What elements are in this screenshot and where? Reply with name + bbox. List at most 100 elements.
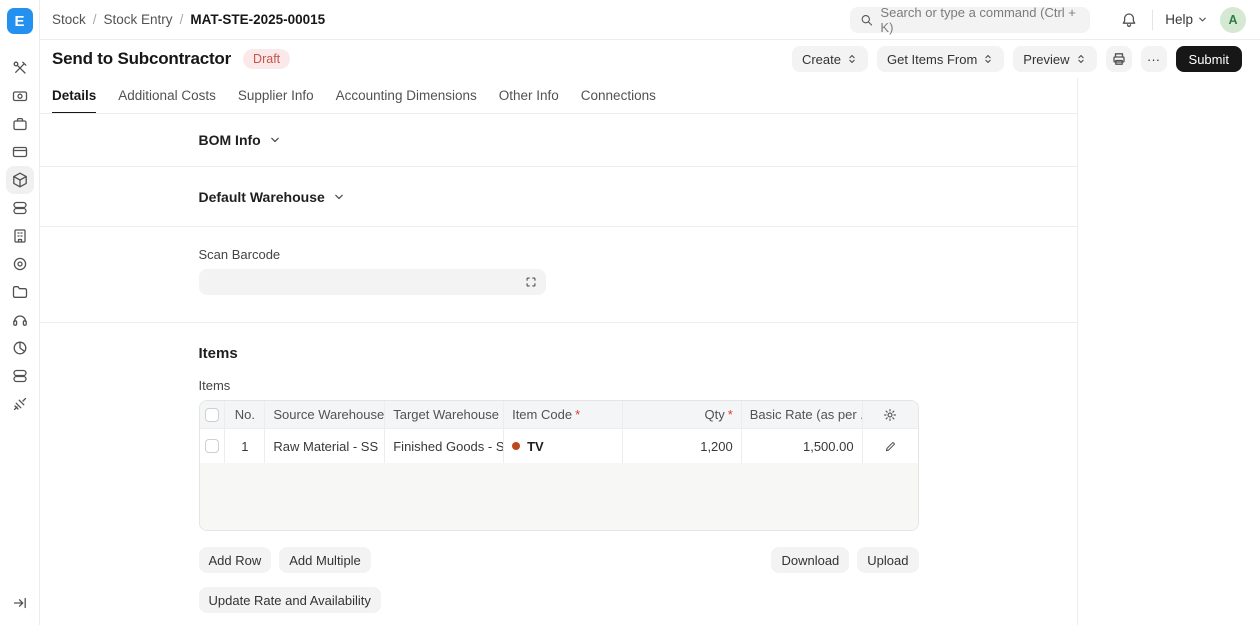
col-header-source-warehouse: Source Warehouse	[265, 401, 385, 428]
print-button[interactable]	[1106, 46, 1132, 72]
sidebar-item-support[interactable]	[6, 306, 34, 334]
card-icon	[11, 143, 29, 161]
sidebar-expand-toggle[interactable]	[6, 589, 34, 617]
sidebar-item-assets[interactable]	[6, 362, 34, 390]
sidebar-item-hr[interactable]	[6, 222, 34, 250]
tab-details[interactable]: Details	[52, 78, 96, 113]
barcode-scan-icon[interactable]	[524, 275, 538, 289]
items-grid: No. Source Warehouse Target Warehouse It…	[199, 400, 919, 531]
tab-accounting-dimensions[interactable]: Accounting Dimensions	[336, 78, 477, 113]
col-header-item-code: Item Code*	[504, 401, 623, 428]
sidebar-item-integrations[interactable]	[6, 390, 34, 418]
form-body: BOM Info Default Warehouse	[40, 114, 1077, 625]
plug-icon	[11, 395, 29, 413]
items-grid-row[interactable]: 1 Raw Material - SS Finished Goods - SS …	[200, 428, 918, 463]
default-warehouse-toggle[interactable]: Default Warehouse	[199, 167, 919, 226]
breadcrumb-stock[interactable]: Stock	[52, 12, 86, 27]
cell-item-code[interactable]: TV	[504, 429, 623, 463]
select-all-checkbox[interactable]	[205, 408, 219, 422]
sidebar-item-manufacturing[interactable]	[6, 194, 34, 222]
breadcrumb-current-doc[interactable]: MAT-STE-2025-00015	[190, 12, 325, 27]
headset-icon	[11, 311, 29, 329]
sidebar-item-selling[interactable]	[6, 138, 34, 166]
tab-connections[interactable]: Connections	[581, 78, 656, 113]
submit-button[interactable]: Submit	[1176, 46, 1242, 72]
pie-chart-icon	[11, 339, 29, 357]
help-menu[interactable]: Help	[1165, 12, 1208, 27]
form-tabs: Details Additional Costs Supplier Info A…	[40, 78, 1077, 114]
building-icon	[11, 227, 29, 245]
money-icon	[11, 87, 29, 105]
update-rate-availability-button[interactable]: Update Rate and Availability	[199, 587, 381, 613]
section-items: Items Items No. Source Warehouse Target …	[40, 323, 1077, 613]
sidebar-item-tools[interactable]	[6, 54, 34, 82]
add-row-button[interactable]: Add Row	[199, 547, 272, 573]
select-arrows-icon	[982, 53, 994, 65]
bom-info-title: BOM Info	[199, 132, 261, 148]
sidebar-item-buying[interactable]	[6, 110, 34, 138]
cell-source-warehouse[interactable]: Raw Material - SS	[265, 429, 385, 463]
required-mark: *	[575, 407, 580, 422]
row-checkbox[interactable]	[205, 439, 219, 453]
erpnext-logo[interactable]: E	[7, 8, 33, 34]
cell-basic-rate[interactable]: 1,500.00	[742, 429, 863, 463]
global-search[interactable]: Search or type a command (Ctrl + K)	[850, 7, 1090, 33]
cell-qty[interactable]: 1,200	[623, 429, 742, 463]
breadcrumb: Stock / Stock Entry / MAT-STE-2025-00015	[52, 12, 325, 27]
folder-icon	[11, 283, 29, 301]
tab-additional-costs[interactable]: Additional Costs	[118, 78, 216, 113]
cell-row-number: 1	[225, 429, 265, 463]
preview-button[interactable]: Preview	[1013, 46, 1096, 72]
navbar-divider	[1152, 10, 1153, 30]
page-title: Send to Subcontractor	[52, 49, 231, 69]
col-header-qty: Qty*	[623, 401, 742, 428]
scan-barcode-input[interactable]	[199, 269, 546, 295]
add-multiple-button[interactable]: Add Multiple	[279, 547, 371, 573]
edit-row-button[interactable]	[884, 440, 897, 453]
sidebar-item-projects[interactable]	[6, 278, 34, 306]
get-items-from-button[interactable]: Get Items From	[877, 46, 1004, 72]
more-menu-button[interactable]: ···	[1141, 46, 1167, 72]
chevron-down-icon	[1197, 14, 1208, 25]
create-button[interactable]: Create	[792, 46, 868, 72]
notifications-button[interactable]	[1116, 7, 1142, 33]
sidebar-item-quality[interactable]	[6, 250, 34, 278]
select-arrows-icon	[1075, 53, 1087, 65]
col-header-target-warehouse: Target Warehouse	[385, 401, 504, 428]
printer-icon	[1111, 51, 1127, 67]
chevron-down-icon	[269, 134, 281, 146]
tab-other-info[interactable]: Other Info	[499, 78, 559, 113]
chevron-down-icon	[333, 191, 345, 203]
section-scan-barcode: Scan Barcode	[40, 227, 1077, 323]
sidebar-item-analytics[interactable]	[6, 334, 34, 362]
search-icon	[860, 13, 873, 27]
user-avatar[interactable]: A	[1220, 7, 1246, 33]
scan-barcode-label: Scan Barcode	[199, 247, 919, 262]
breadcrumb-stock-entry[interactable]: Stock Entry	[104, 12, 173, 27]
grid-settings-button[interactable]	[883, 408, 897, 422]
col-header-basic-rate: Basic Rate (as per ...	[742, 401, 863, 428]
ellipsis-icon: ···	[1147, 52, 1160, 67]
pencil-icon	[884, 440, 897, 453]
cell-target-warehouse[interactable]: Finished Goods - SS	[385, 429, 504, 463]
breadcrumb-separator: /	[180, 12, 184, 27]
app-sidebar: E	[0, 0, 40, 625]
status-badge: Draft	[243, 49, 290, 69]
upload-button[interactable]: Upload	[857, 547, 918, 573]
breadcrumb-separator: /	[93, 12, 97, 27]
badge-icon	[11, 255, 29, 273]
navbar: Stock / Stock Entry / MAT-STE-2025-00015…	[40, 0, 1260, 40]
grid-empty-area	[200, 463, 918, 530]
sidebar-item-accounting[interactable]	[6, 82, 34, 110]
briefcase-icon	[11, 115, 29, 133]
items-field-label: Items	[199, 378, 919, 393]
stack-icon	[11, 367, 29, 385]
tab-supplier-info[interactable]: Supplier Info	[238, 78, 314, 113]
bom-info-toggle[interactable]: BOM Info	[199, 114, 919, 166]
gear-icon	[883, 408, 897, 422]
sidebar-item-stock[interactable]	[6, 166, 34, 194]
download-button[interactable]: Download	[771, 547, 849, 573]
section-default-warehouse: Default Warehouse	[40, 167, 1077, 227]
section-bom-info: BOM Info	[40, 114, 1077, 167]
items-section-heading: Items	[199, 345, 919, 362]
